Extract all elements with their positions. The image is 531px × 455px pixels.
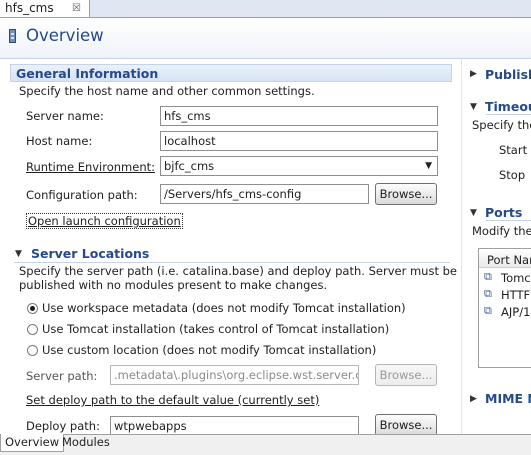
server-path-input[interactable]: .metadata\.plugins\org.eclipse.wst.serve… xyxy=(110,365,359,385)
stop-timeout-label: Stop xyxy=(499,168,526,182)
configuration-path-input[interactable]: /Servers/hfs_cms-config xyxy=(160,184,369,204)
expand-icon[interactable]: ▶ xyxy=(470,69,477,79)
host-name-input[interactable]: localhost xyxy=(160,131,438,151)
server-path-browse-button[interactable]: Browse... xyxy=(375,364,437,386)
server-icon xyxy=(9,29,16,43)
set-deploy-path-link[interactable]: Set deploy path to the default value (cu… xyxy=(26,393,319,407)
general-section-title[interactable]: General Information xyxy=(16,66,158,81)
radio-tomcat-installation-label[interactable]: Use Tomcat installation (takes control o… xyxy=(42,322,389,336)
close-icon[interactable]: ☒ xyxy=(72,1,81,17)
section-divider xyxy=(14,262,450,263)
radio-workspace-metadata[interactable] xyxy=(27,303,38,314)
runtime-environment-value: bjfc_cms xyxy=(164,159,215,173)
editor-tab-label: hfs_cms xyxy=(5,1,54,15)
table-row[interactable]: HTTF xyxy=(501,288,530,302)
collapse-icon[interactable]: ▼ xyxy=(470,208,477,218)
port-icon: ⧉ xyxy=(484,270,492,283)
tab-modules[interactable]: Modules xyxy=(58,434,114,452)
locations-description-line2: published with no modules present to mak… xyxy=(19,278,328,292)
configuration-browse-button[interactable]: Browse... xyxy=(375,183,437,205)
editor-tab-hfs-cms[interactable]: hfs_cms ☒ xyxy=(0,0,90,17)
expand-icon[interactable]: ▶ xyxy=(470,394,477,404)
column-separator xyxy=(461,58,462,434)
section-divider xyxy=(486,114,531,115)
table-row[interactable]: AJP/1 xyxy=(501,305,530,319)
general-description: Specify the host name and other common s… xyxy=(19,84,315,98)
mime-section-title[interactable]: MIME M xyxy=(485,391,531,406)
port-icon: ⧉ xyxy=(484,304,492,317)
host-name-label: Host name: xyxy=(26,134,93,148)
server-name-input[interactable]: hfs_cms xyxy=(160,106,438,126)
section-divider xyxy=(486,220,531,221)
server-path-label: Server path: xyxy=(26,369,98,383)
chevron-down-icon[interactable]: ▼ xyxy=(425,157,432,175)
port-name-column-header[interactable]: Port Nam xyxy=(487,253,531,267)
page-title: Overview xyxy=(26,26,104,45)
timeouts-section-title[interactable]: Timeout xyxy=(485,99,531,114)
collapse-icon[interactable]: ▼ xyxy=(470,102,477,112)
port-icon: ⧉ xyxy=(484,287,492,300)
collapse-icon[interactable]: ▼ xyxy=(15,249,22,259)
deploy-path-browse-button[interactable]: Browse... xyxy=(375,414,437,436)
table-row[interactable]: Tomc xyxy=(501,271,531,285)
radio-custom-location[interactable] xyxy=(27,345,38,356)
runtime-environment-select[interactable]: bjfc_cms ▼ xyxy=(160,156,438,176)
deploy-path-input[interactable]: wtpwebapps xyxy=(110,416,359,436)
ports-section-title[interactable]: Ports xyxy=(485,205,522,220)
tab-overview[interactable]: Overview xyxy=(0,434,65,452)
start-timeout-label: Start xyxy=(499,143,528,157)
locations-description-line1: Specify the server path (i.e. catalina.b… xyxy=(19,264,457,278)
open-launch-configuration-link[interactable]: Open launch configuration xyxy=(26,213,183,229)
radio-custom-location-label[interactable]: Use custom location (does not modify Tom… xyxy=(42,343,376,357)
ports-description: Modify the xyxy=(472,224,531,238)
deploy-path-label: Deploy path: xyxy=(26,419,100,433)
server-name-label: Server name: xyxy=(26,109,104,123)
radio-workspace-metadata-label[interactable]: Use workspace metadata (does not modify … xyxy=(42,301,406,315)
configuration-path-label: Configuration path: xyxy=(26,188,138,202)
publishing-section-title[interactable]: Publishi xyxy=(485,67,531,82)
timeouts-description: Specify the xyxy=(472,118,531,132)
runtime-environment-link[interactable]: Runtime Environment: xyxy=(26,160,155,174)
server-locations-title[interactable]: Server Locations xyxy=(31,246,149,261)
radio-tomcat-installation[interactable] xyxy=(27,324,38,335)
